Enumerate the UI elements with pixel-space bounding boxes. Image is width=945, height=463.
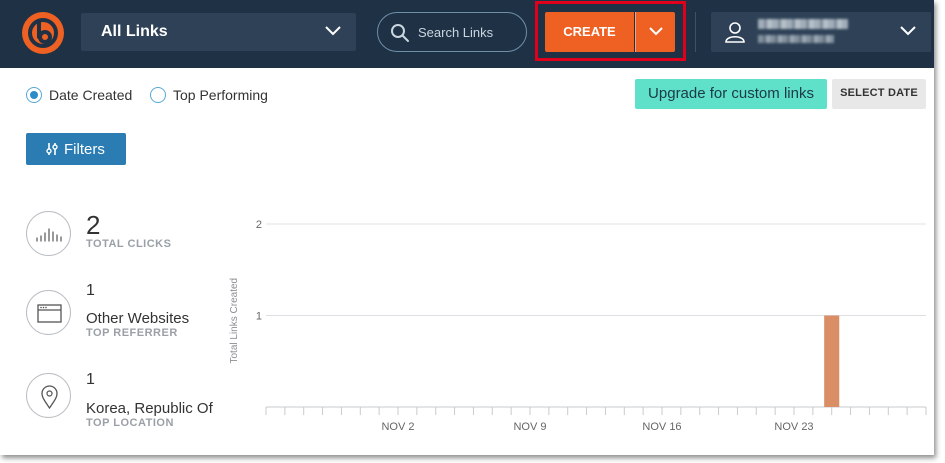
links-created-chart: Total Links Created 1 2 NOV 2 NOV 9 NOV 16 NO… bbox=[220, 200, 934, 440]
top-referrer-name: Other Websites bbox=[86, 310, 190, 327]
bitly-logo[interactable] bbox=[22, 12, 64, 54]
chart-y-axis-label: Total Links Created bbox=[229, 278, 240, 364]
radio-indicator bbox=[26, 87, 42, 103]
radio-indicator bbox=[150, 87, 166, 103]
chart-x-tick-label: NOV 9 bbox=[513, 421, 546, 433]
app-window: All Links Search Links CREATE Date Creat… bbox=[0, 0, 934, 455]
logo-icon bbox=[28, 18, 58, 48]
chart-bar bbox=[824, 315, 840, 407]
chevron-down-icon bbox=[649, 27, 663, 36]
radio-label: Top Performing bbox=[173, 87, 268, 103]
top-referrer-count: 1 bbox=[86, 282, 95, 299]
top-location-caption: TOP LOCATION bbox=[86, 417, 174, 429]
filters-label: Filters bbox=[64, 141, 105, 158]
upgrade-custom-links-button[interactable]: Upgrade for custom links bbox=[635, 79, 827, 109]
chart-x-tick-label: NOV 16 bbox=[642, 421, 681, 433]
total-clicks-caption: TOTAL CLICKS bbox=[86, 238, 172, 250]
create-options-dropdown-button[interactable] bbox=[635, 12, 675, 52]
chevron-down-icon bbox=[900, 26, 916, 36]
filters-button[interactable]: Filters bbox=[26, 133, 126, 165]
create-button[interactable]: CREATE bbox=[545, 12, 634, 52]
location-pin-icon bbox=[41, 385, 58, 410]
stat-icon-circle bbox=[26, 373, 71, 418]
top-location-name: Korea, Republic Of bbox=[86, 400, 213, 417]
top-referrer-caption: TOP REFERRER bbox=[86, 327, 178, 339]
search-links-input[interactable]: Search Links bbox=[377, 12, 527, 52]
chevron-down-icon bbox=[325, 26, 341, 36]
search-icon bbox=[391, 24, 409, 42]
total-clicks-value: 2 bbox=[86, 210, 101, 240]
radio-label: Date Created bbox=[49, 87, 133, 103]
links-filter-dropdown[interactable]: All Links bbox=[81, 13, 356, 51]
header-divider bbox=[695, 12, 696, 52]
account-name-redacted bbox=[758, 19, 848, 29]
account-email-redacted bbox=[758, 35, 834, 43]
sliders-icon bbox=[46, 143, 58, 155]
browser-window-icon bbox=[37, 304, 62, 323]
user-icon bbox=[725, 22, 745, 43]
stat-icon-circle bbox=[26, 211, 71, 256]
top-navigation-bar: All Links Search Links CREATE bbox=[0, 0, 934, 68]
links-filter-label: All Links bbox=[101, 23, 168, 40]
chart-y-tick-label: 2 bbox=[256, 219, 262, 231]
chart-x-tick-label: NOV 2 bbox=[381, 421, 414, 433]
chart-y-tick-label: 1 bbox=[256, 311, 262, 323]
stat-icon-circle bbox=[26, 290, 71, 335]
top-location-count: 1 bbox=[86, 371, 95, 388]
chart-canvas: Total Links Created 1 2 NOV 2 NOV 9 NOV 16 NO… bbox=[229, 219, 927, 433]
search-placeholder: Search Links bbox=[418, 25, 494, 40]
chart-x-tick-label: NOV 23 bbox=[774, 421, 813, 433]
account-menu[interactable] bbox=[711, 12, 931, 52]
select-date-button[interactable]: SELECT DATE bbox=[832, 79, 926, 109]
bars-icon bbox=[36, 228, 62, 242]
